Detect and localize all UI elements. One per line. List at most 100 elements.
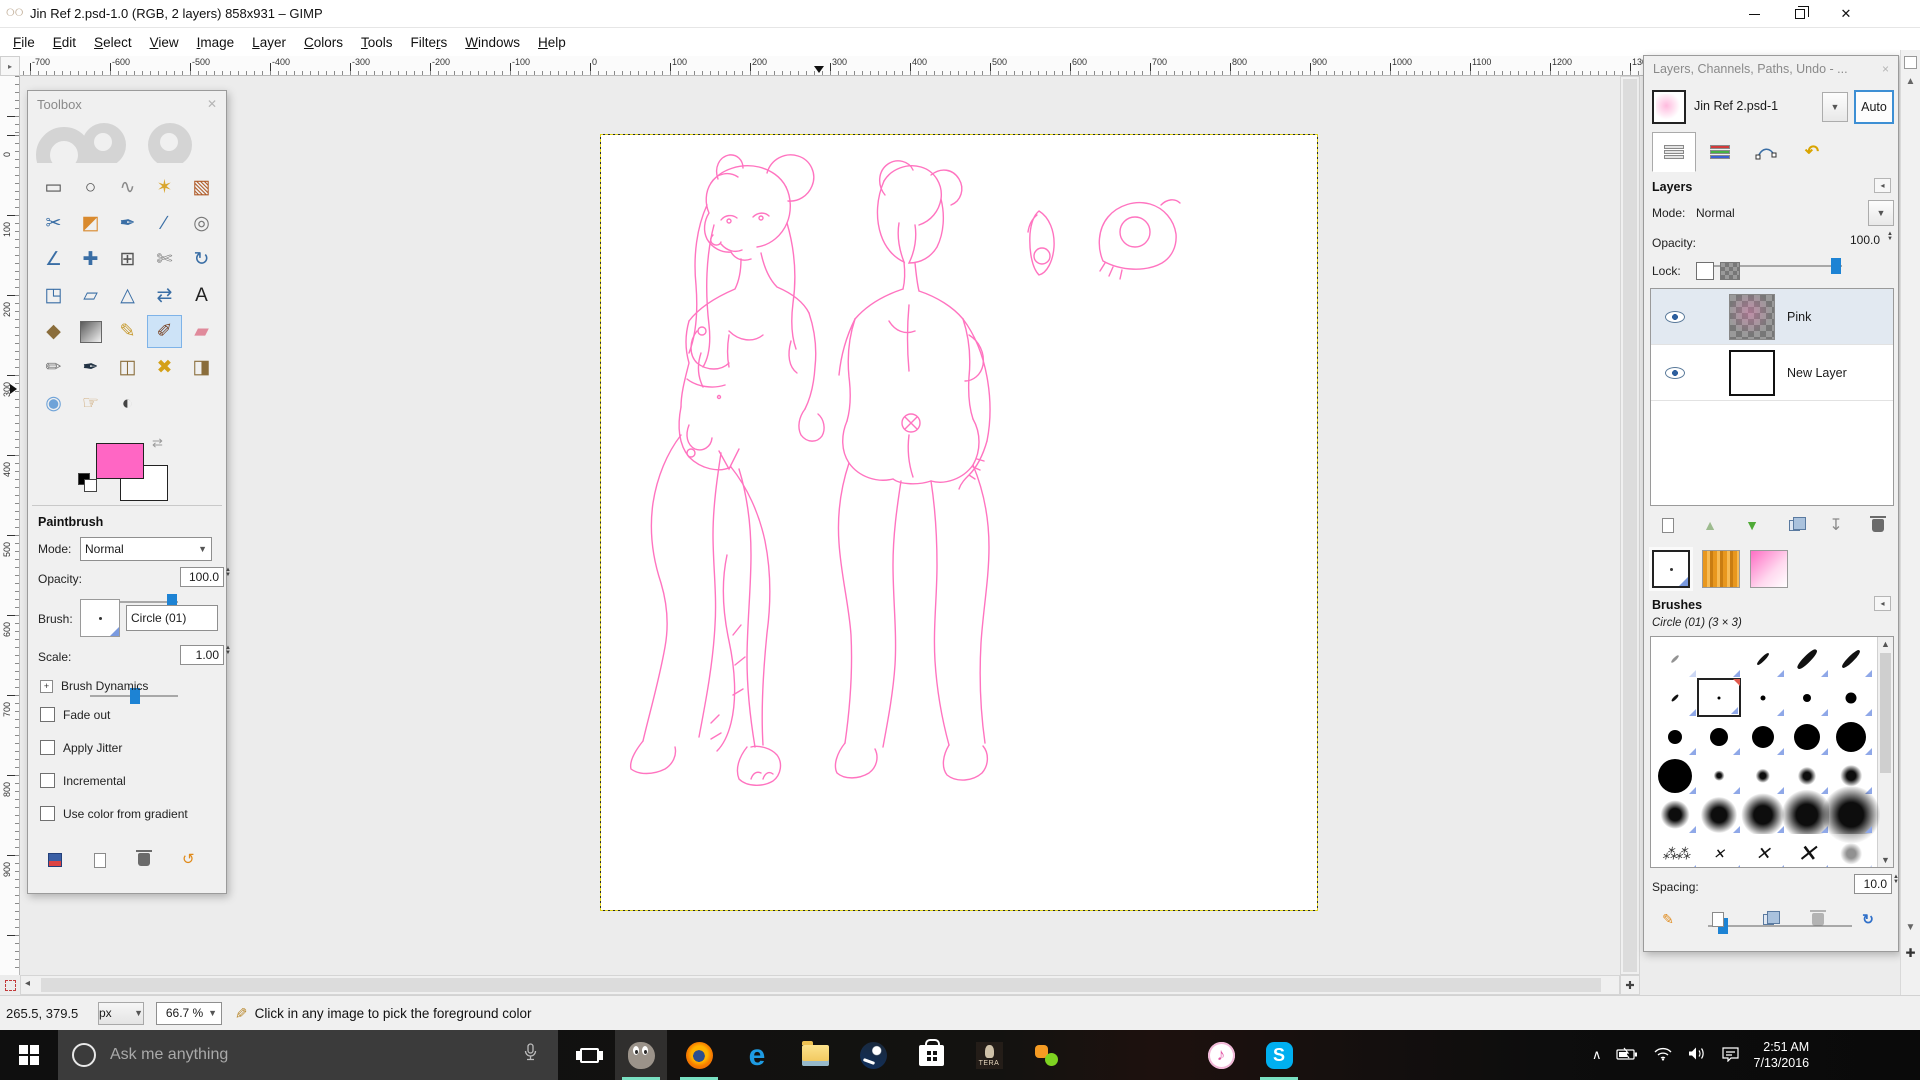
taskbar-app-paint-app[interactable] [1137, 1030, 1189, 1080]
opacity-value[interactable]: 100.0 [180, 567, 224, 587]
tool-airbrush[interactable]: ✏ [36, 351, 71, 384]
menu-edit[interactable]: Edit [44, 31, 85, 54]
tool-color-picker[interactable]: ∕ [147, 207, 182, 240]
brush-cell[interactable] [1653, 756, 1697, 795]
delete-layer-button[interactable] [1862, 512, 1894, 538]
vertical-scrollbar[interactable] [1620, 76, 1640, 975]
delete-options-button[interactable] [138, 853, 150, 866]
task-view-button[interactable] [566, 1030, 612, 1080]
active-pattern-swatch[interactable] [1702, 550, 1740, 588]
brush-cell[interactable]: ⁂⁂ [1653, 834, 1697, 868]
anchor-layer-button[interactable]: ↧ [1820, 512, 1852, 538]
horizontal-ruler[interactable]: -700-600-500-400-300-200-100010020030040… [20, 56, 1643, 76]
tool-eraser[interactable]: ▰ [184, 315, 219, 348]
microphone-icon[interactable] [522, 1043, 538, 1064]
brush-cell[interactable] [1741, 639, 1785, 678]
tool-rectangle-select[interactable]: ▭ [36, 171, 71, 204]
tool-shear[interactable]: ▱ [73, 279, 108, 312]
spacing-value[interactable]: 10.0 [1854, 874, 1892, 894]
quick-mask-toggle[interactable] [0, 975, 20, 995]
hidden-icons-chevron[interactable]: ∧ [1592, 1047, 1602, 1063]
menu-colors[interactable]: Colors [295, 31, 352, 54]
layers-menu-button[interactable]: ◂ [1874, 178, 1891, 193]
checkbox-use-color-from-gradient[interactable]: Use color from gradient [40, 806, 188, 821]
layer-visibility-eye-icon[interactable] [1665, 311, 1685, 323]
menu-tools[interactable]: Tools [352, 31, 402, 54]
tool-smudge[interactable]: ☞ [73, 387, 108, 420]
canvas-navigation-button[interactable]: ✚ [1620, 975, 1640, 995]
duplicate-brush-button[interactable] [1752, 906, 1784, 932]
horizontal-scroll-thumb[interactable] [41, 978, 1601, 992]
taskbar-app-husky-app[interactable] [1079, 1030, 1131, 1080]
layer-opacity-spinner[interactable]: ▲▼ [1887, 232, 1893, 242]
tool-zoom[interactable]: ◎ [184, 207, 219, 240]
tool-flip[interactable]: ⇄ [147, 279, 182, 312]
checkbox-apply-jitter[interactable]: Apply Jitter [40, 740, 122, 755]
brush-cell[interactable] [1697, 795, 1741, 834]
brush-cell[interactable] [1785, 678, 1829, 717]
layer-thumbnail[interactable] [1729, 350, 1775, 396]
brush-cell[interactable] [1741, 678, 1785, 717]
taskbar-app-edge[interactable]: e [731, 1030, 783, 1080]
spacing-spinner[interactable]: ▲▼ [1893, 875, 1899, 885]
brush-cell[interactable]: ✕ [1785, 834, 1829, 868]
scroll-left-arrow[interactable]: ◂ [25, 978, 30, 989]
taskbar-app-pushbullet[interactable] [1021, 1030, 1073, 1080]
brush-grid[interactable]: ▲▼ ⁂⁂✕✕✕ [1650, 636, 1894, 868]
menu-view[interactable]: View [141, 31, 188, 54]
tool-crop[interactable]: ✄ [147, 243, 182, 276]
tool-ellipse-select[interactable]: ○ [73, 171, 108, 204]
taskbar-app-steam[interactable] [847, 1030, 899, 1080]
tool-foreground-select[interactable]: ◩ [73, 207, 108, 240]
scroll-down-arrow[interactable]: ▼ [1903, 922, 1918, 933]
lock-pixels-checkbox[interactable] [1696, 262, 1714, 280]
brush-cell[interactable]: ✕ [1697, 834, 1741, 868]
taskbar-app-windows-store[interactable] [905, 1030, 957, 1080]
brush-grid-scrollbar[interactable]: ▲▼ [1877, 637, 1893, 867]
layer-row-new-layer[interactable]: New Layer [1651, 345, 1893, 401]
tool-measure[interactable]: ∠ [36, 243, 71, 276]
brush-cell[interactable] [1653, 717, 1697, 756]
brush-cell[interactable] [1829, 717, 1873, 756]
tool-pencil[interactable]: ✎ [110, 315, 145, 348]
active-brush-swatch[interactable] [1652, 550, 1690, 588]
start-button[interactable] [0, 1030, 58, 1080]
brush-cell[interactable] [1785, 639, 1829, 678]
menu-select[interactable]: Select [85, 31, 141, 54]
brush-cell[interactable] [1785, 717, 1829, 756]
scale-spinner[interactable]: ▲▼ [225, 646, 231, 656]
tool-move[interactable]: ✚ [73, 243, 108, 276]
taskbar-app-gimp[interactable] [615, 1030, 667, 1080]
brush-cell[interactable] [1829, 639, 1873, 678]
active-gradient-swatch[interactable] [1750, 550, 1788, 588]
brushes-menu-button[interactable]: ◂ [1874, 596, 1891, 611]
tab-undo-history[interactable]: ↶ [1790, 132, 1834, 172]
tool-text[interactable]: A [184, 279, 219, 312]
dock-title-bar[interactable]: Layers, Channels, Paths, Undo - ... × [1644, 56, 1898, 82]
tool-select-by-color[interactable]: ▧ [184, 171, 219, 204]
brush-preview[interactable] [80, 599, 120, 637]
swap-colors-icon[interactable]: ⇄ [152, 435, 163, 451]
tool-align[interactable]: ⊞ [110, 243, 145, 276]
menu-image[interactable]: Image [188, 31, 244, 54]
close-button[interactable]: ✕ [1823, 0, 1869, 28]
brush-select[interactable]: Circle (01) [126, 605, 218, 631]
restore-button[interactable] [1777, 0, 1823, 28]
auto-follow-button[interactable]: Auto [1854, 90, 1894, 124]
mode-select[interactable]: Normal▼ [80, 537, 212, 561]
action-center-icon[interactable] [1721, 1046, 1740, 1065]
menu-filters[interactable]: Filters [401, 31, 456, 54]
minimize-button[interactable] [1731, 0, 1777, 28]
tool-heal[interactable]: ✖ [147, 351, 182, 384]
duplicate-layer-button[interactable] [1778, 512, 1810, 538]
background-window-scrollbar[interactable]: ▲ ▼ ✚ [1900, 50, 1920, 1030]
brush-cell[interactable] [1741, 756, 1785, 795]
foreground-color-swatch[interactable] [96, 443, 144, 479]
brush-cell[interactable] [1697, 717, 1741, 756]
tool-scale[interactable]: ◳ [36, 279, 71, 312]
taskbar-app-itunes[interactable]: ♪ [1195, 1030, 1247, 1080]
unit-select[interactable]: px▼ [98, 1002, 144, 1025]
default-colors-icon[interactable] [78, 473, 90, 485]
wifi-icon[interactable] [1653, 1046, 1673, 1064]
tool-gradient[interactable] [73, 315, 108, 348]
